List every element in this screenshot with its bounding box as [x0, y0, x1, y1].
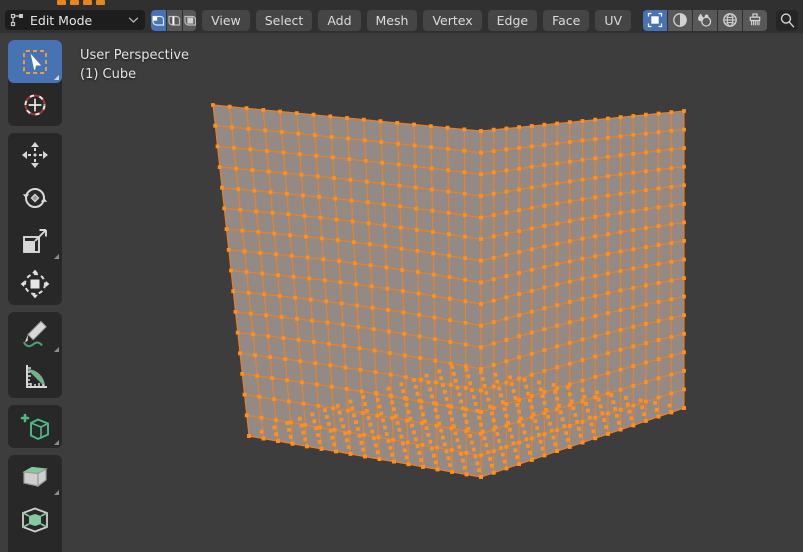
brush-icon	[747, 12, 763, 28]
move-tool[interactable]	[8, 133, 62, 176]
search-button[interactable]	[776, 9, 798, 31]
cropped-top-strip	[0, 0, 803, 7]
wireframe-icon	[647, 12, 663, 28]
cursor-3d-tool[interactable]	[8, 83, 62, 126]
bevel-tool[interactable]	[8, 541, 62, 552]
wireframe-shading-button[interactable]	[643, 9, 668, 31]
vertex-select-mode[interactable]	[151, 9, 166, 31]
tool-shelf	[8, 40, 62, 552]
solid-sphere-icon	[672, 12, 688, 28]
shading-button-group	[643, 9, 768, 31]
menu-view[interactable]: View	[202, 9, 250, 31]
edit-mode-icon	[10, 13, 24, 27]
annotate-tool[interactable]	[8, 312, 62, 355]
viewport-3d[interactable]: User Perspective (1) Cube	[0, 33, 803, 552]
select-mode-button-group	[151, 9, 197, 31]
menu-face[interactable]: Face	[543, 9, 590, 31]
viewport-overlays-button[interactable]	[743, 9, 768, 31]
scale-tool[interactable]	[8, 219, 62, 262]
menu-mesh[interactable]: Mesh	[366, 9, 418, 31]
cube-mesh[interactable]	[0, 33, 803, 552]
menu-edge[interactable]: Edge	[487, 9, 538, 31]
material-preview-icon	[697, 12, 713, 28]
mode-selector-dropdown[interactable]: Edit Mode	[5, 10, 145, 30]
menu-add[interactable]: Add	[318, 9, 361, 31]
tool-group-transform	[8, 133, 62, 305]
add-cube-tool[interactable]	[8, 405, 62, 448]
tool-group-annotate	[8, 312, 62, 398]
tool-group-add	[8, 405, 62, 448]
viewport-header: Edit Mode View Select Add Mesh Vertex Ed…	[0, 7, 803, 33]
menu-vertex[interactable]: Vertex	[423, 9, 482, 31]
blender-window: Edit Mode View Select Add Mesh Vertex Ed…	[0, 0, 803, 552]
transform-tool[interactable]	[8, 262, 62, 305]
edge-select-mode[interactable]	[167, 9, 182, 31]
tool-group-select	[8, 40, 62, 126]
solid-shading-button[interactable]	[668, 9, 693, 31]
chevron-down-icon	[128, 16, 139, 24]
rendered-globe-icon	[722, 12, 738, 28]
menu-select[interactable]: Select	[255, 9, 313, 31]
search-icon	[779, 12, 796, 29]
menu-uv[interactable]: UV	[595, 9, 632, 31]
inset-faces-tool[interactable]	[8, 498, 62, 541]
rotate-tool[interactable]	[8, 176, 62, 219]
measure-tool[interactable]	[8, 355, 62, 398]
tool-group-mesh-edit	[8, 455, 62, 552]
material-preview-button[interactable]	[693, 9, 718, 31]
tweak-select-box-tool[interactable]	[8, 40, 62, 83]
mode-selector-label: Edit Mode	[30, 12, 93, 28]
face-select-mode[interactable]	[183, 9, 197, 31]
rendered-shading-button[interactable]	[718, 9, 743, 31]
extrude-region-tool[interactable]	[8, 455, 62, 498]
